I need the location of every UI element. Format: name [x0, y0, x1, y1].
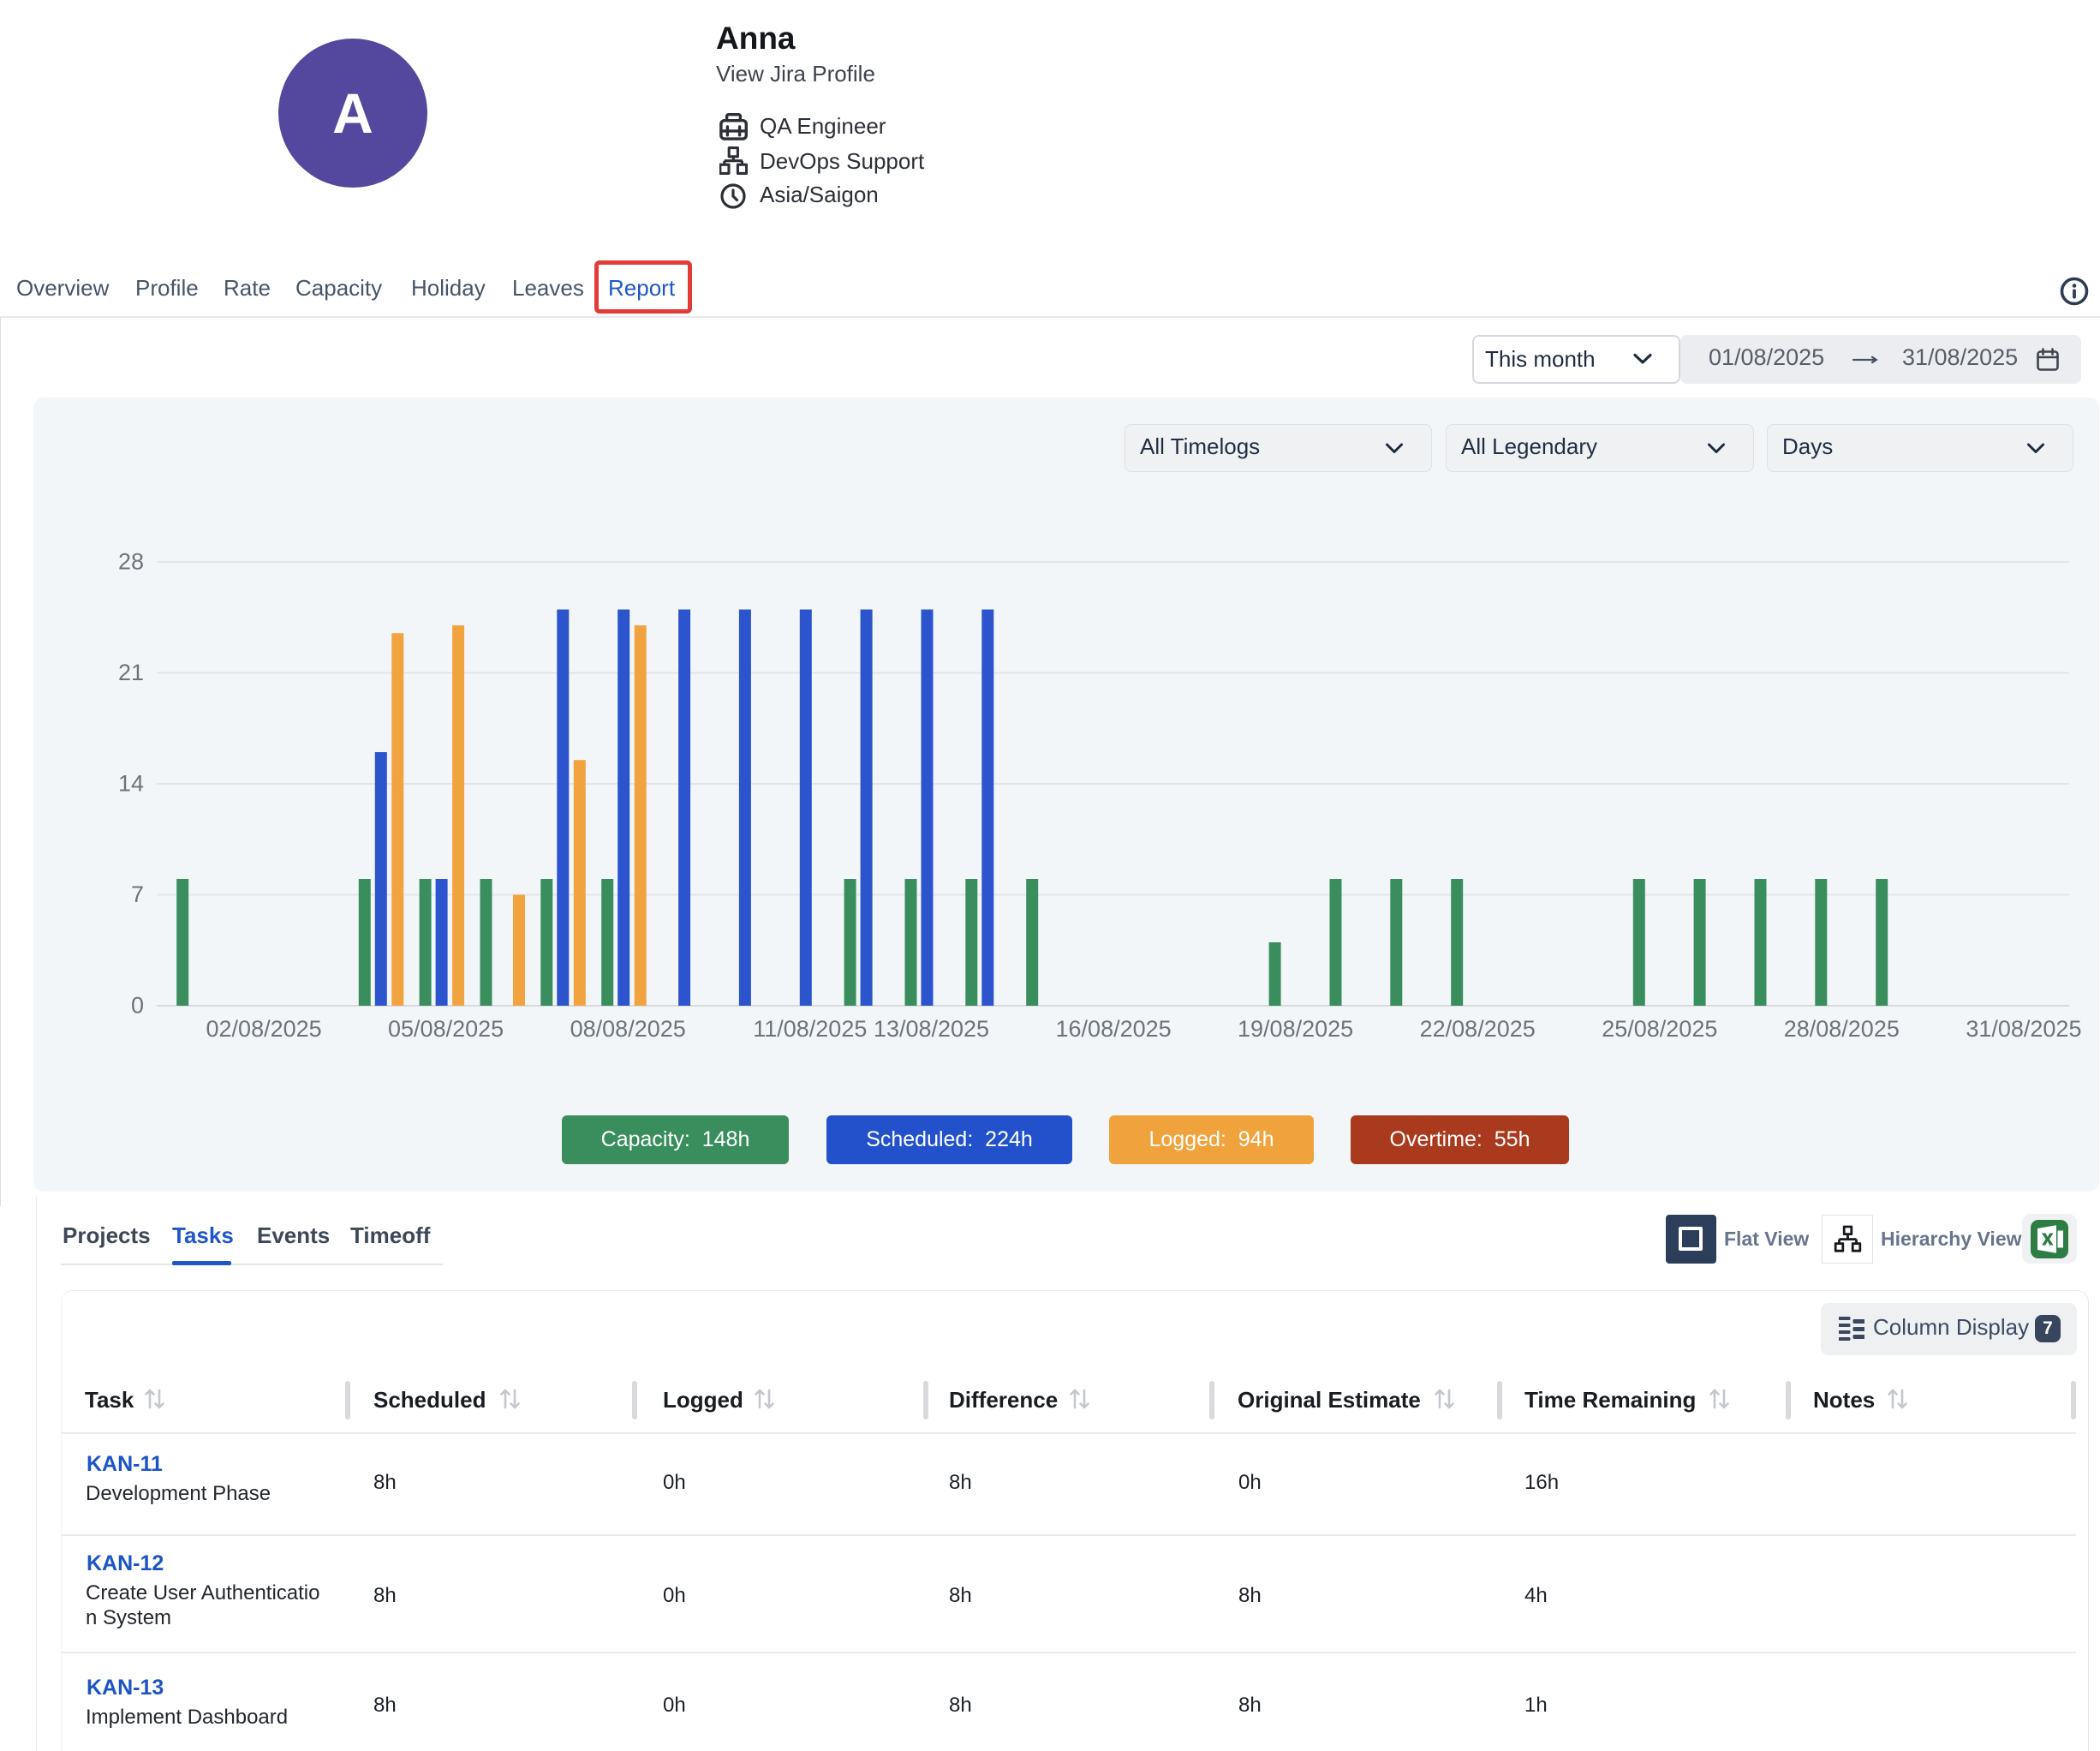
svg-text:25/08/2025: 25/08/2025 [1602, 1016, 1717, 1042]
svg-text:21: 21 [118, 660, 144, 685]
svg-text:16/08/2025: 16/08/2025 [1056, 1016, 1172, 1042]
svg-text:08/08/2025: 08/08/2025 [570, 1016, 686, 1042]
svg-text:28: 28 [118, 549, 144, 575]
svg-text:7: 7 [131, 881, 144, 907]
svg-text:02/08/2025: 02/08/2025 [206, 1016, 322, 1042]
svg-text:11/08/2025: 11/08/2025 [753, 1016, 867, 1042]
svg-text:31/08/2025: 31/08/2025 [1966, 1016, 2081, 1042]
svg-text:19/08/2025: 19/08/2025 [1238, 1016, 1353, 1042]
svg-text:28/08/2025: 28/08/2025 [1784, 1016, 1900, 1042]
svg-text:13/08/2025: 13/08/2025 [874, 1016, 989, 1042]
svg-text:22/08/2025: 22/08/2025 [1420, 1016, 1536, 1042]
svg-text:0: 0 [131, 993, 144, 1019]
svg-text:14: 14 [118, 771, 144, 797]
svg-text:05/08/2025: 05/08/2025 [388, 1016, 504, 1042]
